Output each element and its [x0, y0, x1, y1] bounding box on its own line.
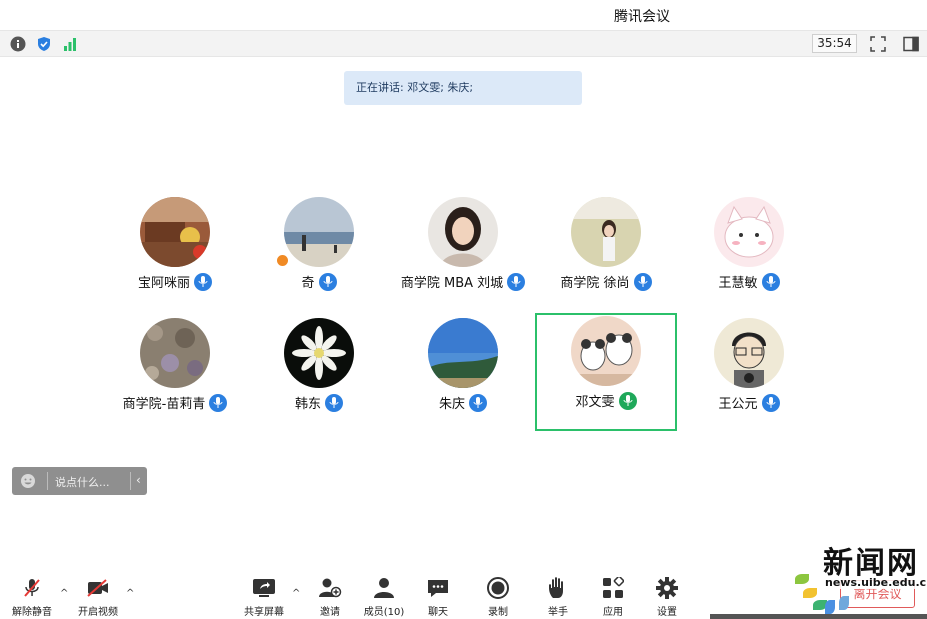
record-button[interactable]: 录制	[472, 576, 524, 618]
participant-tile-active-speaker[interactable]: 邓文雯	[535, 313, 677, 431]
members-icon	[372, 576, 396, 600]
participant-name: 邓文雯	[575, 395, 615, 410]
avatar	[714, 318, 784, 388]
invite-button[interactable]: 邀请	[304, 576, 356, 618]
settings-label: 设置	[657, 607, 677, 618]
participant-tile[interactable]: 宝阿咪丽	[104, 194, 246, 312]
mic-icon	[469, 393, 487, 412]
apps-button[interactable]: 应用	[587, 576, 639, 618]
chat-placeholder[interactable]: 说点什么...	[55, 474, 110, 490]
share-screen-label: 共享屏幕	[244, 607, 284, 618]
mic-active-icon	[618, 391, 637, 410]
participant-tile[interactable]: 韩东	[248, 315, 390, 433]
mic-icon	[318, 272, 337, 291]
participant-tile[interactable]: 朱庆	[392, 315, 534, 433]
start-video-label: 开启视频	[78, 607, 118, 618]
mic-icon	[761, 393, 780, 412]
mic-icon	[761, 272, 780, 291]
record-label: 录制	[488, 607, 508, 618]
avatar	[284, 197, 354, 267]
avatar	[714, 197, 784, 267]
participant-name: 商学院 MBA 刘城	[400, 276, 504, 291]
participant-name: 奇	[301, 276, 315, 291]
participant-tile[interactable]: 王公元	[678, 315, 820, 433]
participant-tile[interactable]: 奇	[248, 194, 390, 312]
participant-name: 商学院 徐尚	[560, 276, 630, 291]
top-toolbar: 35:54	[0, 30, 927, 57]
participant-name: 朱庆	[438, 397, 465, 412]
participant-tile[interactable]: 商学院 徐尚	[535, 194, 677, 312]
avatar	[284, 318, 354, 388]
participant-name: 王公元	[718, 397, 758, 412]
collapse-chevron-icon[interactable]: ‹	[136, 473, 141, 487]
apps-label: 应用	[603, 607, 623, 618]
participant-name: 王慧敏	[718, 276, 758, 291]
bottom-strip	[710, 614, 927, 619]
mic-muted-icon	[20, 576, 44, 600]
audio-options-caret-icon[interactable]: ^	[60, 588, 68, 599]
raise-hand-label: 举手	[548, 607, 568, 618]
window-title: 腾讯会议	[614, 9, 670, 25]
raise-hand-button[interactable]: 举手	[532, 576, 584, 618]
share-options-caret-icon[interactable]: ^	[292, 588, 300, 599]
share-screen-icon	[252, 576, 276, 600]
apps-grid-icon	[601, 576, 625, 600]
speaking-banner: 正在讲话: 邓文雯; 朱庆;	[344, 71, 582, 105]
mic-icon	[325, 393, 343, 412]
avatar	[140, 318, 210, 388]
gear-icon	[655, 576, 679, 600]
participant-name: 商学院-苗莉青	[122, 397, 206, 412]
meeting-timer: 35:54	[812, 34, 857, 53]
watermark-url: news.uibe.edu.cn	[825, 576, 927, 589]
invite-label: 邀请	[320, 607, 340, 618]
emoji-icon[interactable]	[20, 473, 36, 489]
avatar	[428, 318, 498, 388]
settings-button[interactable]: 设置	[641, 576, 693, 618]
video-options-caret-icon[interactable]: ^	[126, 588, 134, 599]
bottom-toolbar: 解除静音 ^ 开启视频 ^ 共享屏幕 ^ 邀请 成员(10) 聊天 录制 举手 …	[0, 570, 927, 619]
participant-tile[interactable]: 王慧敏	[678, 194, 820, 312]
participant-name: 韩东	[294, 397, 321, 412]
avatar	[571, 316, 641, 386]
members-label: 成员(10)	[363, 607, 405, 618]
participant-tile[interactable]: 商学院-苗莉青	[104, 315, 246, 433]
chat-button[interactable]: 聊天	[412, 576, 464, 618]
add-user-icon	[318, 576, 342, 600]
avatar	[571, 197, 641, 267]
watermark-logo: 新闻网 news.uibe.edu.cn	[793, 538, 927, 619]
signal-icon[interactable]	[61, 35, 79, 53]
participant-name: 宝阿咪丽	[137, 276, 190, 291]
camera-off-icon	[86, 576, 110, 600]
avatar	[140, 197, 210, 267]
sidebar-toggle-icon[interactable]	[902, 35, 920, 53]
record-icon	[486, 576, 510, 600]
chat-label: 聊天	[428, 607, 448, 618]
chat-bubble-icon	[426, 576, 450, 600]
raise-hand-icon	[546, 576, 570, 600]
chat-input-pill[interactable]: 说点什么... ‹	[12, 467, 147, 495]
members-button[interactable]: 成员(10)	[358, 576, 410, 618]
info-icon[interactable]	[9, 35, 27, 53]
shield-icon[interactable]	[35, 35, 53, 53]
host-icon	[275, 253, 290, 268]
unmute-label: 解除静音	[12, 607, 52, 618]
share-screen-button[interactable]: 共享屏幕	[238, 576, 290, 618]
start-video-button[interactable]: 开启视频	[72, 576, 124, 618]
avatar	[428, 197, 498, 267]
participant-tile[interactable]: 商学院 MBA 刘城	[392, 194, 534, 312]
title-bar: 腾讯会议	[0, 0, 927, 30]
fullscreen-icon[interactable]	[869, 35, 887, 53]
unmute-button[interactable]: 解除静音	[6, 576, 58, 618]
